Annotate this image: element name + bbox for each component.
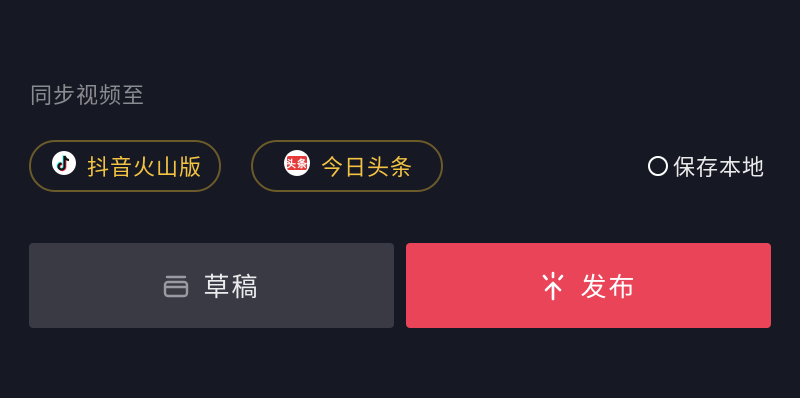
draft-button[interactable]: 草稿 [29,243,394,328]
publish-upload-icon [540,271,566,301]
save-local-label: 保存本地 [673,156,766,181]
sync-target-douyin-label: 抖音火山版 [87,156,203,181]
douyin-huoshan-logo-icon [51,150,77,182]
publish-button-label: 发布 [580,273,637,303]
save-local-radio[interactable] [648,156,668,176]
publish-button[interactable]: 发布 [406,243,771,328]
draft-box-icon [163,274,189,298]
save-local-option[interactable]: 保存本地 [648,152,766,181]
toutiao-logo-icon: 头条 [283,149,311,183]
sync-target-toutiao[interactable]: 头条 今日头条 [251,140,443,192]
sync-to-label: 同步视频至 [30,84,146,109]
sync-target-douyin-huoshan[interactable]: 抖音火山版 [29,140,221,192]
publish-panel: 同步视频至 抖音火山版 头条 今日头条 保存本地 草稿 发布 [0,0,800,398]
draft-button-label: 草稿 [203,273,260,303]
sync-target-toutiao-label: 今日头条 [321,156,414,181]
toutiao-logo-text: 头条 [286,158,308,171]
